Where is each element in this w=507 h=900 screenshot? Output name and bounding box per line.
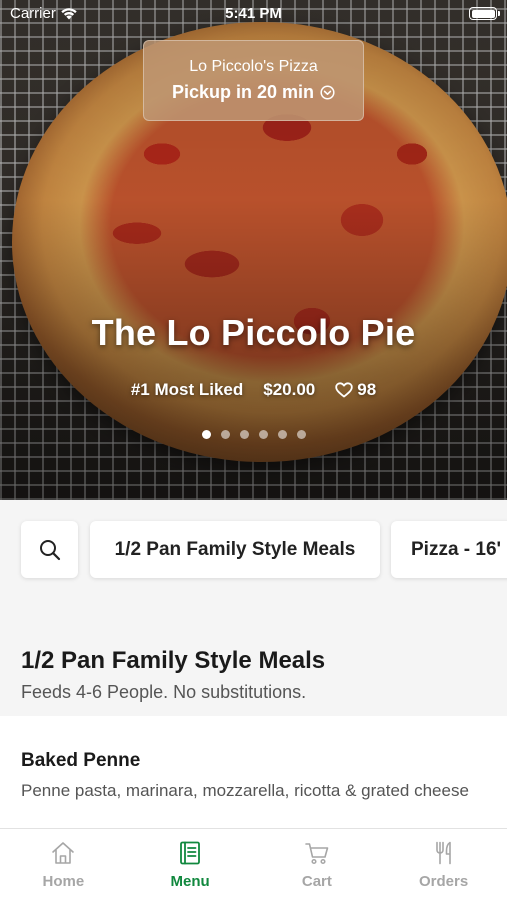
carousel-dot[interactable] — [239, 430, 249, 439]
battery-icon — [469, 7, 500, 20]
menu-item-description: Penne pasta, marinara, mozzarella, ricot… — [21, 781, 469, 800]
clock: 5:41 PM — [225, 5, 282, 22]
featured-item-title: The Lo Piccolo Pie — [91, 312, 416, 353]
likes-count: 98 — [357, 380, 377, 399]
store-pickup-selector[interactable]: Lo Piccolo's Pizza Pickup in 20 min — [143, 40, 364, 121]
carousel-dot[interactable] — [277, 430, 287, 439]
chevron-down-circle-icon — [320, 85, 335, 100]
tab-cart[interactable]: Cart — [254, 829, 381, 900]
tab-label: Orders — [419, 873, 469, 890]
search-icon — [39, 539, 60, 560]
tab-home[interactable]: Home — [0, 829, 127, 900]
home-icon — [52, 842, 75, 864]
pickup-time: Pickup in 20 min — [171, 82, 315, 102]
carousel-dot[interactable] — [258, 430, 268, 439]
tab-label: Cart — [301, 873, 332, 890]
section-title: 1/2 Pan Family Style Meals — [21, 647, 326, 674]
heart-icon — [335, 382, 353, 398]
category-chip[interactable]: Pizza - 16' — [391, 521, 507, 578]
tab-menu[interactable]: Menu — [127, 829, 254, 900]
section-subtitle: Feeds 4-6 People. No substitutions. — [21, 682, 307, 702]
menu-item[interactable]: Baked Penne Penne pasta, marinara, mozza… — [0, 716, 507, 830]
fork-knife-icon — [435, 841, 451, 865]
tab-label: Menu — [170, 873, 210, 890]
category-chip[interactable]: 1/2 Pan Family Style Meals — [90, 521, 380, 578]
carousel-dot[interactable] — [220, 430, 230, 439]
hero-carousel[interactable]: Carrier 5:41 PM Lo Piccolo's Pizza Picku… — [0, 0, 507, 500]
featured-likes[interactable]: 98 — [335, 380, 376, 400]
menu-item-name: Baked Penne — [21, 750, 141, 771]
menu-book-icon — [180, 841, 201, 865]
featured-item-meta: #1 Most Liked $20.00 98 — [0, 380, 507, 400]
carousel-dot[interactable] — [201, 430, 211, 439]
status-bar: Carrier 5:41 PM — [0, 0, 507, 28]
menu-section-header: 1/2 Pan Family Style Meals Feeds 4-6 Peo… — [0, 600, 507, 716]
carousel-dot[interactable] — [296, 430, 306, 439]
category-bar[interactable]: 1/2 Pan Family Style Meals Pizza - 16' — [0, 500, 507, 600]
featured-price: $20.00 — [263, 380, 316, 399]
cart-icon — [305, 843, 329, 865]
tab-orders[interactable]: Orders — [380, 829, 507, 900]
carousel-page-indicator[interactable] — [0, 430, 507, 439]
tab-label: Home — [42, 873, 85, 890]
featured-rank: #1 Most Liked — [130, 380, 244, 399]
store-name: Lo Piccolo's Pizza — [189, 58, 318, 75]
tab-bar: Home Menu Cart Orders — [0, 828, 507, 900]
search-button[interactable] — [21, 521, 78, 578]
